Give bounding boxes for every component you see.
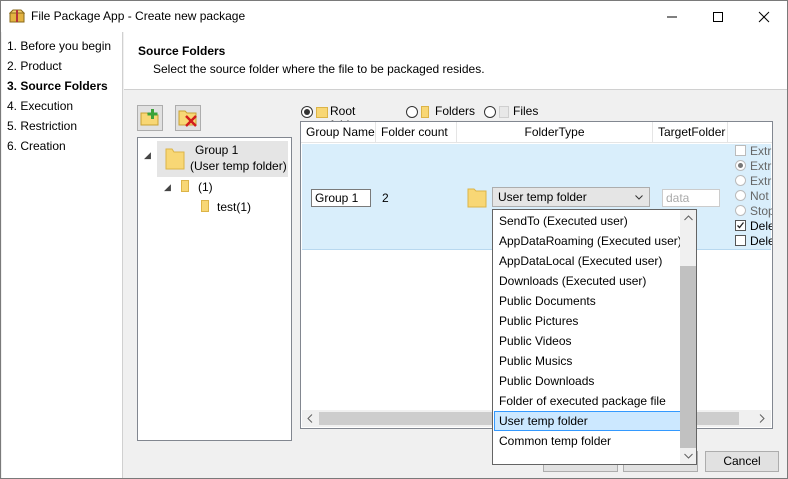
dropdown-option[interactable]: Downloads (Executed user)	[494, 271, 681, 291]
scrollbar-thumb[interactable]	[680, 266, 696, 448]
page-header: Source Folders Select the source folder …	[124, 32, 787, 90]
collapse-icon[interactable]: ◢	[144, 150, 151, 161]
target-folder-field[interactable]: data	[662, 189, 720, 207]
group-folder-icon	[165, 148, 185, 170]
step-before-you-begin[interactable]: 1. Before you begin	[7, 39, 111, 53]
minimize-button[interactable]	[649, 1, 695, 32]
file-icon	[499, 106, 509, 118]
col-header-folder-count[interactable]: Folder count	[376, 122, 457, 143]
add-folder-icon	[140, 109, 159, 126]
dropdown-option[interactable]: Public Videos	[494, 331, 681, 351]
tree-child-label[interactable]: (1)	[198, 180, 213, 194]
collapse-icon[interactable]: ◢	[164, 182, 171, 193]
page-subtitle: Select the source folder where the file …	[153, 62, 485, 76]
window-title: File Package App - Create new package	[31, 9, 246, 23]
group-name-field[interactable]: Group 1	[311, 189, 371, 207]
tree-group-label: Group 1	[195, 143, 239, 157]
step-product[interactable]: 2. Product	[7, 59, 62, 73]
checkbox[interactable]	[735, 145, 746, 156]
step-source-folders[interactable]: 3. Source Folders	[7, 79, 108, 93]
dropdown-option[interactable]: Common temp folder	[494, 431, 681, 451]
scroll-up-icon[interactable]	[684, 215, 693, 221]
delete-folder-icon	[178, 110, 197, 127]
folder-icon	[421, 106, 429, 118]
scroll-down-icon[interactable]	[684, 453, 693, 459]
dropdown-option[interactable]: Public Musics	[494, 351, 681, 371]
dropdown-option[interactable]: Public Pictures	[494, 311, 681, 331]
root-folders-radio[interactable]	[301, 106, 313, 118]
dropdown-option[interactable]: Folder of executed package file	[494, 391, 681, 411]
folder-type-dropdown[interactable]: SendTo (Executed user) AppDataRoaming (E…	[492, 209, 697, 465]
col-header-folder-type[interactable]: FolderType	[457, 122, 653, 143]
dropdown-option[interactable]: Public Downloads	[494, 371, 681, 391]
minimize-icon	[667, 16, 677, 17]
tree-grandchild-label[interactable]: test(1)	[217, 200, 251, 214]
step-execution[interactable]: 4. Execution	[7, 99, 73, 113]
checkbox[interactable]	[735, 220, 746, 231]
close-button[interactable]	[741, 1, 787, 32]
scroll-right-icon[interactable]	[758, 414, 766, 423]
close-icon	[758, 11, 770, 22]
checkmark-icon	[737, 222, 745, 229]
folder-type-combo[interactable]: User temp folder	[492, 187, 650, 207]
dropdown-option[interactable]: SendTo (Executed user)	[494, 211, 681, 231]
maximize-icon	[713, 11, 723, 22]
step-restriction[interactable]: 5. Restriction	[7, 119, 77, 133]
folder-type-icon	[467, 188, 487, 208]
checkbox[interactable]	[735, 235, 746, 246]
tree-group-sublabel: (User temp folder)	[190, 159, 287, 173]
wizard-steps: 1. Before you begin 2. Product 3. Source…	[2, 32, 123, 478]
dropdown-option[interactable]: AppDataRoaming (Executed user)	[494, 231, 682, 251]
vertical-scrollbar[interactable]	[680, 210, 696, 464]
page-title: Source Folders	[138, 44, 226, 58]
scroll-left-icon[interactable]	[306, 414, 314, 423]
radio-button[interactable]	[735, 190, 746, 201]
folders-radio[interactable]	[406, 106, 418, 118]
folder-icon	[201, 200, 209, 212]
package-icon	[9, 9, 25, 23]
folder-icon	[181, 180, 189, 192]
radio-button[interactable]	[735, 160, 746, 171]
folder-count-value: 2	[382, 191, 389, 205]
col-header-group-name[interactable]: Group Name	[301, 122, 376, 143]
delete-folder-button[interactable]	[175, 105, 201, 131]
files-label[interactable]: Files	[513, 104, 538, 118]
cancel-button[interactable]: Cancel	[705, 451, 779, 472]
col-header-options	[728, 122, 772, 143]
add-folder-button[interactable]	[137, 105, 163, 131]
folders-label[interactable]: Folders	[435, 104, 475, 118]
radio-button[interactable]	[735, 175, 746, 186]
dropdown-option[interactable]: AppDataLocal (Executed user)	[494, 251, 681, 271]
folder-tree[interactable]: ◢ Group 1 (User temp folder) ◢ (1) test(…	[137, 137, 292, 441]
dropdown-option[interactable]: Public Documents	[494, 291, 681, 311]
chevron-down-icon	[635, 195, 643, 200]
folder-icon	[316, 107, 328, 118]
app-window: File Package App - Create new package 1.…	[0, 0, 788, 479]
col-header-target-folder[interactable]: TargetFolder	[653, 122, 728, 143]
dropdown-option-selected[interactable]: User temp folder	[494, 411, 681, 431]
folder-type-value: User temp folder	[498, 190, 587, 204]
title-bar: File Package App - Create new package	[1, 1, 787, 32]
step-creation[interactable]: 6. Creation	[7, 139, 66, 153]
radio-button[interactable]	[735, 205, 746, 216]
maximize-button[interactable]	[695, 1, 741, 32]
files-radio[interactable]	[484, 106, 496, 118]
